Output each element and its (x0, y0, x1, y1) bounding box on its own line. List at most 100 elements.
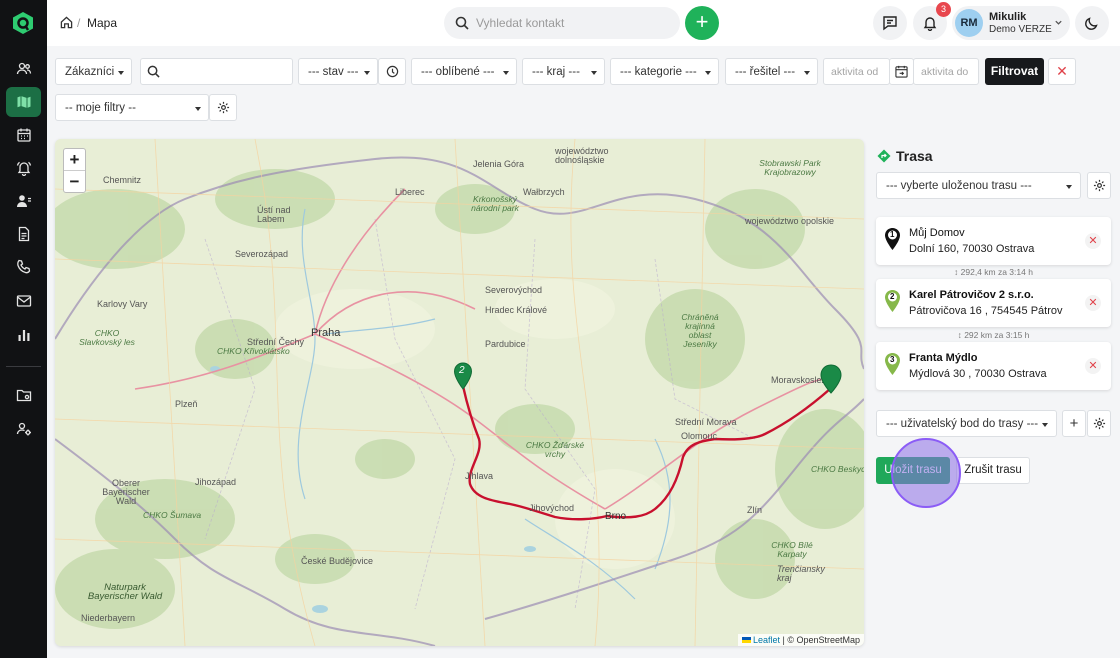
save-route-button[interactable]: Uložit trasu (876, 457, 950, 484)
sidebar-item-users[interactable] (6, 54, 41, 84)
kategorie-select[interactable]: --- kategorie --- (610, 58, 719, 85)
caret-down-icon (591, 71, 597, 75)
map-label-severovychod: Severovýchod (485, 285, 543, 295)
contacts-icon (16, 195, 31, 207)
kraj-select[interactable]: --- kraj --- (522, 58, 605, 85)
user-point-label: --- uživatelský bod do trasy --- (886, 418, 1039, 430)
stop-name: Franta Mýdlo (909, 352, 978, 364)
clear-filters-button[interactable]: ✕ (1048, 58, 1076, 85)
user-point-settings-button[interactable] (1087, 410, 1111, 437)
aktivita-do-field[interactable] (913, 58, 979, 85)
remove-stop-button[interactable]: ✕ (1085, 295, 1101, 311)
search-icon (147, 65, 160, 78)
caret-down-icon (1066, 185, 1072, 189)
stop-name: Karel Pátrovičov 2 s.r.o. (909, 289, 1034, 301)
resitel-select[interactable]: --- řešitel --- (725, 58, 818, 85)
kraj-label: --- kraj --- (532, 66, 580, 78)
user-menu[interactable]: RM Mikulik Demo VERZE (952, 6, 1070, 40)
remove-stop-button[interactable]: ✕ (1085, 358, 1101, 374)
map-marker-ostrava[interactable] (819, 364, 843, 394)
user-point-select[interactable]: --- uživatelský bod do trasy --- (876, 410, 1057, 437)
messages-button[interactable] (873, 6, 907, 40)
zoom-out-button[interactable]: − (64, 171, 85, 193)
caret-down-icon (804, 71, 810, 75)
date-range-picker-button[interactable] (889, 58, 914, 85)
calendar-icon (16, 128, 31, 142)
sidebar-item-reports[interactable] (6, 320, 41, 350)
app-logo-icon[interactable] (11, 11, 35, 35)
osm-attribution[interactable]: | © OpenStreetMap (780, 635, 860, 645)
user-company: Demo VERZE (989, 24, 1052, 35)
sidebar-item-map[interactable] (6, 87, 41, 117)
route-stop-2[interactable]: 2 Karel Pátrovičov 2 s.r.o. Pátrovičova … (876, 279, 1111, 327)
route-settings-button[interactable] (1087, 172, 1111, 199)
contact-search[interactable] (444, 7, 680, 39)
chat-icon (883, 16, 897, 31)
route-stop-1[interactable]: 1 Můj Domov Dolní 160, 70030 Ostrava ✕ (876, 217, 1111, 265)
add-new-button[interactable]: + (685, 6, 719, 40)
theme-toggle-button[interactable] (1075, 6, 1109, 40)
filter-search[interactable] (140, 58, 293, 85)
map-label-chemnitz: Chemnitz (103, 175, 142, 185)
map-label-walbrzych: Wałbrzych (523, 187, 565, 197)
home-icon[interactable] (60, 16, 73, 29)
cancel-route-button[interactable]: Zrušit trasu (956, 457, 1030, 484)
sidebar-item-user-settings[interactable] (6, 414, 41, 444)
map-label-jg: Jelenia Góra (473, 159, 525, 169)
caret-down-icon (195, 107, 201, 111)
my-filters-select[interactable]: -- moje filtry -- (55, 94, 209, 121)
sidebar-item-reminders[interactable] (6, 153, 41, 183)
sidebar-divider (6, 366, 41, 367)
saved-route-label: --- vyberte uloženou trasu --- (886, 180, 1032, 192)
map-label-karkonosze: Krkonošský národní park (471, 194, 519, 213)
stav-select[interactable]: --- stav --- (298, 58, 378, 85)
saved-route-select[interactable]: --- vyberte uloženou trasu --- (876, 172, 1081, 199)
entity-type-select[interactable]: Zákazníci (55, 58, 132, 85)
remove-stop-button[interactable]: ✕ (1085, 233, 1101, 249)
contact-search-input[interactable] (476, 14, 672, 32)
route-panel-title: Trasa (896, 148, 933, 164)
aktivita-od-field[interactable] (823, 58, 890, 85)
leaflet-link[interactable]: Leaflet (753, 635, 780, 645)
sidebar-item-mail[interactable] (6, 286, 41, 316)
gear-icon (217, 101, 230, 114)
sidebar-item-documents[interactable] (6, 219, 41, 249)
clock-icon (386, 65, 399, 78)
filter-settings-button[interactable] (209, 94, 237, 121)
map-label-chko-jeseniky: Chráněná krajinná oblast Jeseníky (681, 312, 719, 349)
leaflet-flag-icon (741, 637, 751, 643)
aktivita-od-input[interactable] (824, 59, 889, 84)
map-label-ndb: Niederbayern (81, 613, 136, 623)
map-tiles[interactable] (55, 139, 864, 646)
history-button[interactable] (378, 58, 406, 85)
search-icon (455, 16, 469, 30)
avatar: RM (955, 9, 983, 37)
filter-button[interactable]: Filtrovat (985, 58, 1044, 85)
route-map[interactable]: Chemnitz Ústí nad Labem Liberec Jelenia … (55, 139, 864, 646)
map-label-jihovychod: Jihovýchod (529, 503, 575, 513)
add-user-point-button[interactable]: + (1062, 410, 1086, 437)
map-label-jihlava: Jihlava (465, 471, 494, 481)
gear-icon (1093, 417, 1105, 430)
aktivita-do-input[interactable] (914, 59, 978, 84)
map-label-praha: Praha (311, 327, 341, 339)
route-stop-3[interactable]: 3 Franta Mýdlo Mýdlová 30 , 70030 Ostrav… (876, 342, 1111, 390)
zoom-in-button[interactable]: + (64, 149, 85, 171)
map-label-cb: České Budějovice (301, 556, 374, 566)
sidebar-item-calls[interactable] (6, 252, 41, 282)
oblibene-select[interactable]: --- oblíbené --- (411, 58, 517, 85)
sidebar-item-calendar[interactable] (6, 120, 41, 150)
map-label-hk: Hradec Králové (485, 305, 548, 315)
breadcrumb-separator: / (77, 16, 81, 30)
map-label-usti: Ústí nad Labem (257, 205, 291, 224)
sidebar-item-contacts[interactable] (6, 186, 41, 216)
stop-number: 2 (890, 292, 895, 301)
mail-icon (16, 295, 31, 307)
map-label-chko-krivoklatsko: CHKO Křivoklátsko (217, 346, 290, 356)
phone-icon (16, 259, 30, 274)
moon-icon (1085, 17, 1098, 30)
map-label-trencin: Trenčiansky kraj (777, 564, 825, 583)
sidebar-item-folder-settings[interactable] (6, 380, 41, 410)
stav-label: --- stav --- (308, 66, 359, 78)
stop-name: Můj Domov (909, 227, 965, 239)
